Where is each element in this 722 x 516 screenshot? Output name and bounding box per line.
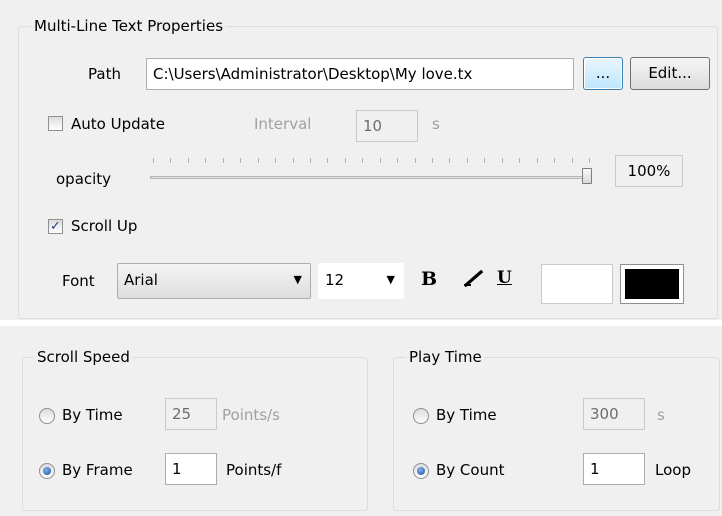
auto-update-label[interactable]: Auto Update (71, 114, 165, 134)
interval-unit: s (432, 115, 440, 133)
chevron-down-icon: ▼ (293, 273, 302, 286)
auto-update-checkbox[interactable] (48, 116, 63, 131)
timing-panel: Scroll Speed By Time 25 Points/s By Fram… (0, 326, 722, 516)
foreground-color-swatch[interactable] (541, 264, 613, 304)
opacity-tick (170, 158, 171, 163)
scroll-up-checkbox[interactable]: ✓ (48, 219, 63, 234)
play-by-count-radio[interactable] (413, 463, 429, 479)
opacity-track (150, 176, 592, 179)
opacity-tick (572, 158, 573, 163)
play-by-time-unit: s (657, 406, 665, 424)
play-by-time-radio[interactable] (413, 408, 429, 424)
chevron-down-icon: ▼ (386, 273, 395, 286)
font-label: Font (62, 272, 95, 290)
scroll-by-frame-label[interactable]: By Frame (62, 460, 133, 480)
scroll-by-time-input: 25 (165, 398, 217, 430)
opacity-tick (345, 158, 346, 163)
underline-button[interactable]: U (497, 268, 512, 288)
scroll-speed-title: Scroll Speed (34, 348, 133, 366)
opacity-tick (397, 158, 398, 163)
bold-button[interactable]: B (421, 268, 437, 290)
opacity-value: 100% (615, 155, 683, 187)
opacity-tick (240, 158, 241, 163)
text-properties-panel: Multi-Line Text Properties Path C:\Users… (0, 0, 722, 320)
opacity-label: opacity (56, 170, 112, 188)
opacity-tick (188, 158, 189, 163)
background-color-fill (625, 269, 679, 299)
opacity-tick (223, 158, 224, 163)
opacity-tick (362, 158, 363, 163)
play-by-time-input: 300 (583, 398, 645, 430)
scroll-up-label[interactable]: Scroll Up (71, 216, 137, 236)
play-by-count-input[interactable]: 1 (583, 453, 645, 485)
italic-button[interactable] (461, 267, 485, 293)
opacity-thumb[interactable] (582, 168, 592, 184)
scroll-speed-group (22, 357, 368, 511)
opacity-tick (258, 158, 259, 163)
browse-button[interactable]: ... (583, 57, 623, 90)
background-color-swatch[interactable] (620, 264, 684, 304)
play-time-group (393, 357, 720, 511)
italic-icon (463, 269, 484, 288)
opacity-tick (502, 158, 503, 163)
opacity-tick (467, 158, 468, 163)
opacity-tick (484, 158, 485, 163)
scroll-by-frame-unit: Points/f (226, 461, 282, 479)
font-size-select[interactable]: 12 ▼ (318, 263, 404, 299)
opacity-tick (153, 158, 154, 163)
opacity-tick (432, 158, 433, 163)
path-label: Path (88, 65, 121, 83)
font-select[interactable]: Arial ▼ (117, 263, 311, 299)
opacity-slider[interactable] (150, 150, 600, 190)
opacity-tick (205, 158, 206, 163)
font-size-value: 12 (325, 271, 345, 289)
opacity-tick (519, 158, 520, 163)
scroll-by-time-radio[interactable] (39, 408, 55, 424)
play-time-title: Play Time (406, 348, 485, 366)
opacity-tick (293, 158, 294, 163)
scroll-by-frame-input[interactable]: 1 (165, 453, 217, 485)
opacity-tick (275, 158, 276, 163)
opacity-tick (554, 158, 555, 163)
group-title: Multi-Line Text Properties (31, 17, 227, 35)
scroll-by-time-unit: Points/s (222, 406, 280, 424)
play-by-count-label[interactable]: By Count (436, 460, 504, 480)
scroll-by-frame-radio[interactable] (39, 463, 55, 479)
edit-button[interactable]: Edit... (630, 57, 710, 90)
interval-input: 10 (356, 110, 418, 142)
play-by-time-label[interactable]: By Time (436, 405, 497, 425)
opacity-tick (537, 158, 538, 163)
opacity-tick (310, 158, 311, 163)
interval-label: Interval (254, 115, 312, 133)
opacity-tick (327, 158, 328, 163)
path-input[interactable]: C:\Users\Administrator\Desktop\My love.t… (146, 58, 574, 90)
opacity-tick (449, 158, 450, 163)
opacity-tick (380, 158, 381, 163)
play-by-count-unit: Loop (655, 461, 691, 479)
scroll-by-time-label[interactable]: By Time (62, 405, 123, 425)
font-select-value: Arial (124, 271, 158, 289)
opacity-tick (589, 158, 590, 163)
opacity-tick (415, 158, 416, 163)
